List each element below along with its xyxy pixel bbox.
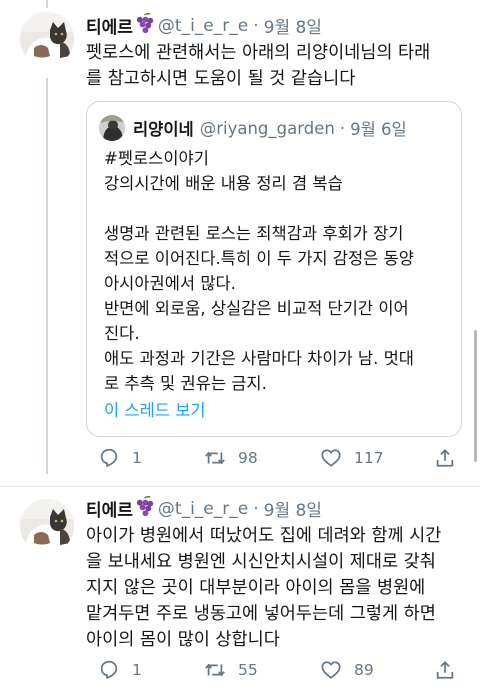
tweet-actions: 1 98 117 [86,447,466,473]
share-button[interactable] [434,659,468,681]
quoted-tweet[interactable]: 리양이네 @riyang_garden · 9월 6일 #펫로스이야기 강의시간… [86,101,462,437]
avatar[interactable] [20,12,74,66]
like-count: 117 [354,449,384,467]
reply-icon [98,659,120,681]
like-button[interactable]: 117 [320,447,384,469]
reply-icon [98,447,120,469]
quoted-text-line: 강의시간에 배운 내용 정리 겸 복습 [104,174,343,193]
quoted-tweet-text: #펫로스이야기 강의시간에 배운 내용 정리 겸 복습 생명과 관련된 로스는 … [104,146,454,396]
reply-button[interactable]: 1 [98,447,142,469]
tweet-text-line: 을 보내세요 병원엔 시신안치시설이 제대로 갖춰 [86,552,436,572]
display-name[interactable]: 티에르 [86,13,133,38]
user-handle[interactable]: @t_i_e_r_e [158,499,248,519]
retweet-icon [204,659,226,681]
tweet-header: 티에르 @t_i_e_r_e · 9월 8일 [86,13,322,38]
hashtag[interactable]: #펫로스이야기 [104,146,454,171]
display-name[interactable]: 티에르 [86,496,133,521]
reply-button[interactable]: 1 [98,659,142,681]
retweet-count: 98 [238,449,258,467]
user-handle[interactable]: @t_i_e_r_e [158,16,248,36]
grapes-emoji-icon [135,496,154,521]
separator-dot: · [253,15,259,36]
grapes-emoji-icon [135,13,154,38]
quoted-text-line: 로 추측 및 권유는 금지. [104,374,267,393]
quoted-text-line: 애도 과정과 기간은 사람마다 차이가 남. 멋대 [104,349,414,368]
quoted-timestamp: 9월 6일 [350,120,407,139]
tweet-text: 펫로스에 관련해서는 아래의 리양이네님의 타래 를 참고하시면 도움이 될 것… [86,40,470,92]
quoted-display-name: 리양이네 [133,120,194,139]
quoted-avatar [99,115,125,141]
retweet-button[interactable]: 55 [204,659,258,681]
tweet-text-line: 펫로스에 관련해서는 아래의 리양이네님의 타래 [86,43,431,63]
retweet-icon [204,447,226,469]
tweet-actions: 1 55 89 [86,659,466,685]
tweet-text-line: 를 참고하시면 도움이 될 것 같습니다 [86,69,356,89]
retweet-button[interactable]: 98 [204,447,258,469]
retweet-count: 55 [238,661,258,679]
tweet-text-line: 맡겨두면 주로 냉동고에 넣어두는데 그렇게 하면 [86,604,436,624]
reply-count: 1 [132,661,142,679]
quoted-text-line: 반면에 외로움, 상실감은 비교적 단기간 이어 [104,299,409,318]
timestamp[interactable]: 9월 8일 [264,13,322,38]
tweet-text: 아이가 병원에서 떠났어도 집에 데려와 함께 시간 을 보내세요 병원엔 시신… [86,523,470,653]
quoted-text-line: 아시아권에서 많다. [104,274,236,293]
timestamp[interactable]: 9월 8일 [264,496,322,521]
avatar[interactable] [20,499,74,553]
tweet-text-line: 아이의 몸이 많이 상합니다 [86,630,280,650]
separator-dot: · [253,498,259,519]
share-icon [434,447,456,469]
tweet-text-line: 지지 않은 곳이 대부분이라 아이의 몸을 병원에 [86,578,426,598]
separator-dot: · [339,118,346,138]
like-button[interactable]: 89 [320,659,374,681]
quoted-text-line: 진다. [104,324,140,343]
like-count: 89 [354,661,374,679]
quoted-tweet-header: 리양이네 @riyang_garden · 9월 6일 [99,115,407,141]
quoted-text-line [104,196,454,221]
reply-count: 1 [132,449,142,467]
heart-icon [320,659,342,681]
quoted-text-line: 적으로 이어진다.특히 이 두 가지 감정은 동양 [104,249,414,268]
heart-icon [320,447,342,469]
show-thread-link[interactable]: 이 스레드 보기 [104,397,206,421]
share-button[interactable] [434,447,468,469]
quoted-text-line: 생명과 관련된 로스는 죄책감과 후회가 장기 [104,224,404,243]
scrollbar[interactable] [474,330,477,462]
tweet-header: 티에르 @t_i_e_r_e · 9월 8일 [86,496,322,521]
quoted-user-handle: @riyang_garden [199,118,335,138]
tweet[interactable]: 티에르 @t_i_e_r_e · 9월 8일 아이가 병원에서 떠났어도 집에 … [0,487,470,698]
tweet[interactable]: 티에르 @t_i_e_r_e · 9월 8일 펫로스에 관련해서는 아래의 리양… [0,0,470,480]
tweet-text-line: 아이가 병원에서 떠났어도 집에 데려와 함께 시간 [86,526,442,546]
share-icon [434,659,456,681]
